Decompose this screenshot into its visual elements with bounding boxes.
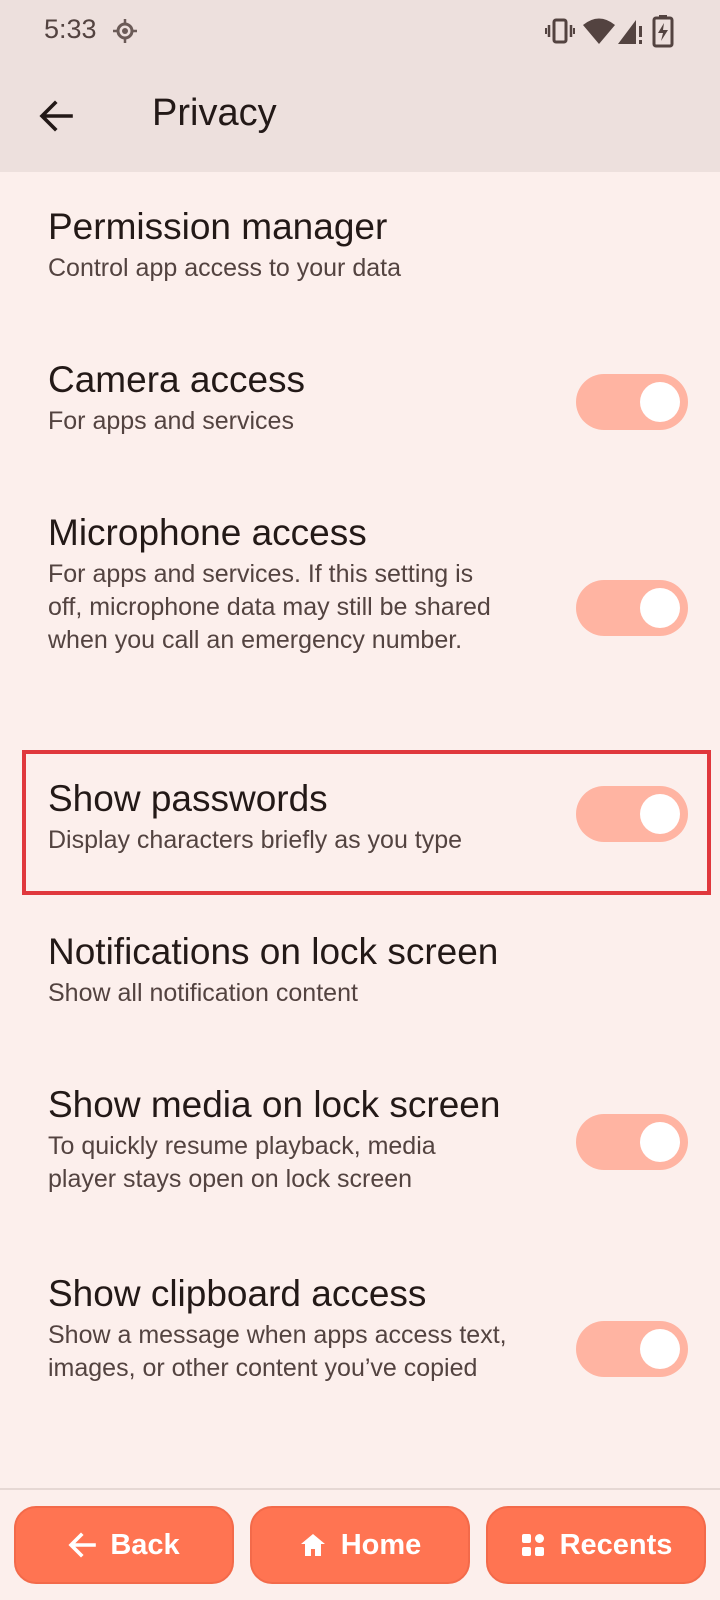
setting-summary: Show all notification content	[48, 979, 358, 1007]
battery-charging-icon	[652, 15, 674, 48]
setting-title: Camera access	[48, 359, 306, 400]
back-button[interactable]	[30, 90, 82, 142]
nav-back-button[interactable]: Back	[14, 1506, 234, 1584]
setting-show-clipboard-access[interactable]: Show clipboard access Show a message whe…	[0, 1273, 720, 1433]
setting-camera-access[interactable]: Camera access For apps and services	[0, 359, 720, 459]
camera-access-toggle[interactable]	[576, 374, 688, 430]
setting-summary: For apps and services. If this setting i…	[48, 560, 491, 654]
setting-summary: Show a message when apps access text, im…	[48, 1321, 507, 1382]
setting-show-passwords[interactable]: Show passwords Display characters briefl…	[0, 778, 720, 878]
setting-summary: To quickly resume playback, media player…	[48, 1132, 436, 1193]
setting-notifications-lock-screen[interactable]: Notifications on lock screen Show all no…	[0, 931, 720, 1031]
app-bar: Privacy	[0, 62, 720, 172]
location-icon	[113, 19, 137, 43]
setting-title: Show clipboard access	[48, 1273, 427, 1314]
show-clipboard-toggle[interactable]	[576, 1321, 688, 1377]
status-time: 5:33	[44, 14, 97, 44]
nav-recents-button[interactable]: Recents	[486, 1506, 706, 1584]
nav-home-button[interactable]: Home	[250, 1506, 470, 1584]
setting-title: Microphone access	[48, 512, 367, 553]
microphone-access-toggle[interactable]	[576, 580, 688, 636]
page-title: Privacy	[152, 92, 277, 134]
toggle-knob	[640, 382, 680, 422]
toggle-knob	[640, 1122, 680, 1162]
setting-microphone-access[interactable]: Microphone access For apps and services.…	[0, 512, 720, 702]
toggle-knob	[640, 1329, 680, 1369]
toggle-knob	[640, 794, 680, 834]
setting-title: Permission manager	[48, 206, 388, 247]
setting-summary: Control app access to your data	[48, 254, 401, 282]
show-media-toggle[interactable]	[576, 1114, 688, 1170]
vibrate-icon	[545, 18, 575, 44]
nav-recents-label: Recents	[559, 1528, 673, 1561]
nav-back-label: Back	[110, 1528, 180, 1561]
show-passwords-toggle[interactable]	[576, 786, 688, 842]
recents-icon	[521, 1534, 544, 1556]
arrow-back-icon	[68, 1532, 97, 1558]
signal-icon	[618, 20, 642, 44]
wifi-icon	[583, 18, 615, 44]
arrow-back-icon	[39, 100, 73, 132]
setting-title: Show media on lock screen	[48, 1084, 501, 1125]
toggle-knob	[640, 588, 680, 628]
setting-show-media-lock-screen[interactable]: Show media on lock screen To quickly res…	[0, 1084, 720, 1214]
setting-title: Show passwords	[48, 778, 328, 819]
nav-home-label: Home	[340, 1528, 422, 1561]
setting-permission-manager[interactable]: Permission manager Control app access to…	[0, 206, 720, 306]
setting-title: Notifications on lock screen	[48, 931, 499, 972]
setting-summary: For apps and services	[48, 407, 294, 435]
home-icon	[300, 1534, 325, 1556]
setting-summary: Display characters briefly as you type	[48, 826, 463, 854]
status-bar: 5:33	[0, 0, 720, 62]
